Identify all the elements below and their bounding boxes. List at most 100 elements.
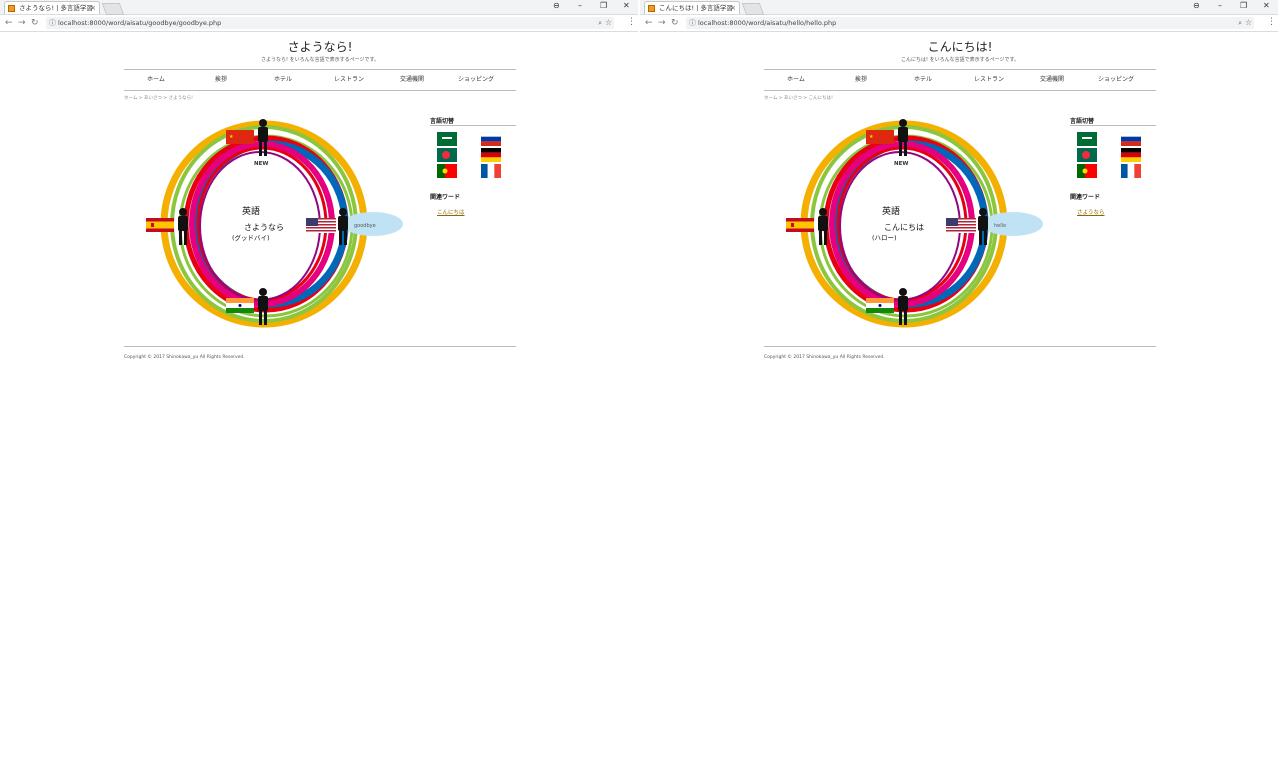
- url-text: localhost:8000/word/aisatu/hello/hello.p…: [698, 19, 837, 27]
- language-ring-graphic: goodbye ★ NEW 英語 さようなら (グッドバイ): [146, 119, 403, 328]
- browser-window-right: こんにちは! | 多言語学習 × ⊖ – ❐ ✕ ← → ↻ ⓘ localho…: [640, 0, 1278, 760]
- russia-flag-icon[interactable]: [1121, 132, 1141, 146]
- france-flag-icon[interactable]: [481, 164, 501, 178]
- language-label: 英語: [242, 205, 260, 217]
- favicon-icon: [648, 5, 655, 12]
- phrase-text: さようなら: [244, 223, 284, 232]
- nav-home[interactable]: ホーム: [787, 70, 805, 90]
- global-nav: ホーム 挨拶 ホテル レストラン 交通機関 ショッピング: [764, 69, 1156, 91]
- bubble-text: hello: [994, 223, 1006, 229]
- person-icon-top: [898, 119, 908, 156]
- page-subtitle: さようなら! をいろんな言語で表示するページです。: [261, 57, 379, 63]
- forward-arrow-icon[interactable]: →: [18, 17, 26, 29]
- tab-title: こんにちは! | 多言語学習: [659, 4, 733, 12]
- new-label: NEW: [894, 161, 908, 167]
- page-title: さようなら!: [287, 40, 353, 54]
- new-tab-button[interactable]: [101, 3, 125, 15]
- new-label: NEW: [254, 161, 268, 167]
- breadcrumb[interactable]: ホーム > あいさつ > さようなら!: [124, 95, 193, 101]
- china-flag-icon: ★: [866, 130, 894, 144]
- related-words-heading: 関連ワード: [430, 194, 461, 201]
- language-label: 英語: [882, 205, 900, 217]
- zoom-icon[interactable]: ⌕: [1238, 17, 1242, 29]
- portugal-flag-icon[interactable]: [437, 164, 457, 178]
- forward-arrow-icon[interactable]: →: [658, 17, 666, 29]
- menu-dots-icon[interactable]: ⋮: [1267, 17, 1276, 27]
- copyright: Copyright © 2017 Shinokawa_yu All Rights…: [764, 355, 885, 360]
- tab-strip: さようなら! | 多言語学習 × ⊖ – ❐ ✕: [0, 0, 638, 15]
- profile-icon[interactable]: ⊖: [1193, 0, 1200, 12]
- browser-tab[interactable]: こんにちは! | 多言語学習 ×: [644, 1, 740, 14]
- toolbar: ← → ↻ ⓘ localhost:8000/word/aisatu/hello…: [640, 15, 1278, 32]
- related-words-heading: 関連ワード: [1070, 194, 1101, 201]
- language-switch-heading: 言語切替: [430, 118, 455, 125]
- nav-restaurant[interactable]: レストラン: [334, 70, 364, 90]
- usa-flag-icon: [946, 218, 976, 233]
- reading-text: (ハロー): [872, 234, 897, 242]
- browser-window-left: さようなら! | 多言語学習 × ⊖ – ❐ ✕ ← → ↻ ⓘ localho…: [0, 0, 638, 760]
- reading-text: (グッドバイ): [232, 233, 270, 242]
- bookmark-star-icon[interactable]: ☆: [605, 17, 612, 29]
- nav-restaurant[interactable]: レストラン: [974, 70, 1004, 90]
- toolbar: ← → ↻ ⓘ localhost:8000/word/aisatu/goodb…: [0, 15, 638, 32]
- close-window-icon[interactable]: ✕: [623, 0, 630, 12]
- bubble-text: goodbye: [354, 223, 376, 229]
- footer-divider: [124, 346, 516, 347]
- reload-icon[interactable]: ↻: [671, 17, 679, 29]
- spain-flag-icon: [786, 218, 814, 232]
- breadcrumb[interactable]: ホーム > あいさつ > こんにちは!: [764, 95, 833, 101]
- favicon-icon: [8, 5, 15, 12]
- close-window-icon[interactable]: ✕: [1263, 0, 1270, 12]
- portugal-flag-icon[interactable]: [1077, 164, 1097, 178]
- footer-divider: [764, 346, 1156, 347]
- menu-dots-icon[interactable]: ⋮: [627, 17, 636, 27]
- france-flag-icon[interactable]: [1121, 164, 1141, 178]
- saudi-flag-icon[interactable]: [437, 132, 457, 146]
- address-bar[interactable]: ⓘ localhost:8000/word/aisatu/hello/hello…: [686, 17, 1254, 29]
- phrase-text: こんにちは: [884, 223, 924, 232]
- profile-icon[interactable]: ⊖: [553, 0, 560, 12]
- maximize-icon[interactable]: ❐: [600, 0, 607, 12]
- tab-close-icon[interactable]: ×: [90, 2, 96, 14]
- maximize-icon[interactable]: ❐: [1240, 0, 1247, 12]
- china-flag-icon: ★: [226, 130, 254, 144]
- info-icon[interactable]: ⓘ: [689, 17, 696, 29]
- language-ring-graphic: hello ★ NEW 英語 こんにちは (ハロー): [786, 119, 1043, 328]
- nav-shopping[interactable]: ショッピング: [1098, 70, 1134, 90]
- nav-home[interactable]: ホーム: [147, 70, 165, 90]
- nav-transport[interactable]: 交通機関: [1040, 70, 1064, 90]
- nav-greeting[interactable]: 挨拶: [215, 70, 227, 90]
- back-arrow-icon[interactable]: ←: [5, 17, 13, 29]
- nav-shopping[interactable]: ショッピング: [458, 70, 494, 90]
- address-bar[interactable]: ⓘ localhost:8000/word/aisatu/goodbye/goo…: [46, 17, 614, 29]
- info-icon[interactable]: ⓘ: [49, 17, 56, 29]
- nav-transport[interactable]: 交通機関: [400, 70, 424, 90]
- browser-tab[interactable]: さようなら! | 多言語学習 ×: [4, 1, 100, 14]
- russia-flag-icon[interactable]: [481, 132, 501, 146]
- minimize-icon[interactable]: –: [1218, 0, 1222, 12]
- bangladesh-flag-icon[interactable]: [437, 148, 457, 162]
- svg-text:★: ★: [869, 134, 874, 140]
- germany-flag-icon[interactable]: [1121, 148, 1141, 162]
- saudi-flag-icon[interactable]: [1077, 132, 1097, 146]
- bookmark-star-icon[interactable]: ☆: [1245, 17, 1252, 29]
- nav-hotel[interactable]: ホテル: [914, 70, 932, 90]
- page-title: こんにちは!: [927, 40, 993, 54]
- tab-close-icon[interactable]: ×: [730, 2, 736, 14]
- related-word-link[interactable]: こんにちは: [437, 208, 465, 216]
- india-flag-icon: [866, 298, 894, 313]
- divider: [1070, 125, 1156, 126]
- back-arrow-icon[interactable]: ←: [645, 17, 653, 29]
- bangladesh-flag-icon[interactable]: [1077, 148, 1097, 162]
- person-icon-left: [178, 208, 188, 245]
- person-icon-left: [818, 208, 828, 245]
- nav-hotel[interactable]: ホテル: [274, 70, 292, 90]
- related-word-link[interactable]: さようなら: [1077, 208, 1105, 216]
- minimize-icon[interactable]: –: [578, 0, 582, 12]
- zoom-icon[interactable]: ⌕: [598, 17, 602, 29]
- germany-flag-icon[interactable]: [481, 148, 501, 162]
- new-tab-button[interactable]: [741, 3, 765, 15]
- reload-icon[interactable]: ↻: [31, 17, 39, 29]
- nav-greeting[interactable]: 挨拶: [855, 70, 867, 90]
- spain-flag-icon: [146, 218, 174, 232]
